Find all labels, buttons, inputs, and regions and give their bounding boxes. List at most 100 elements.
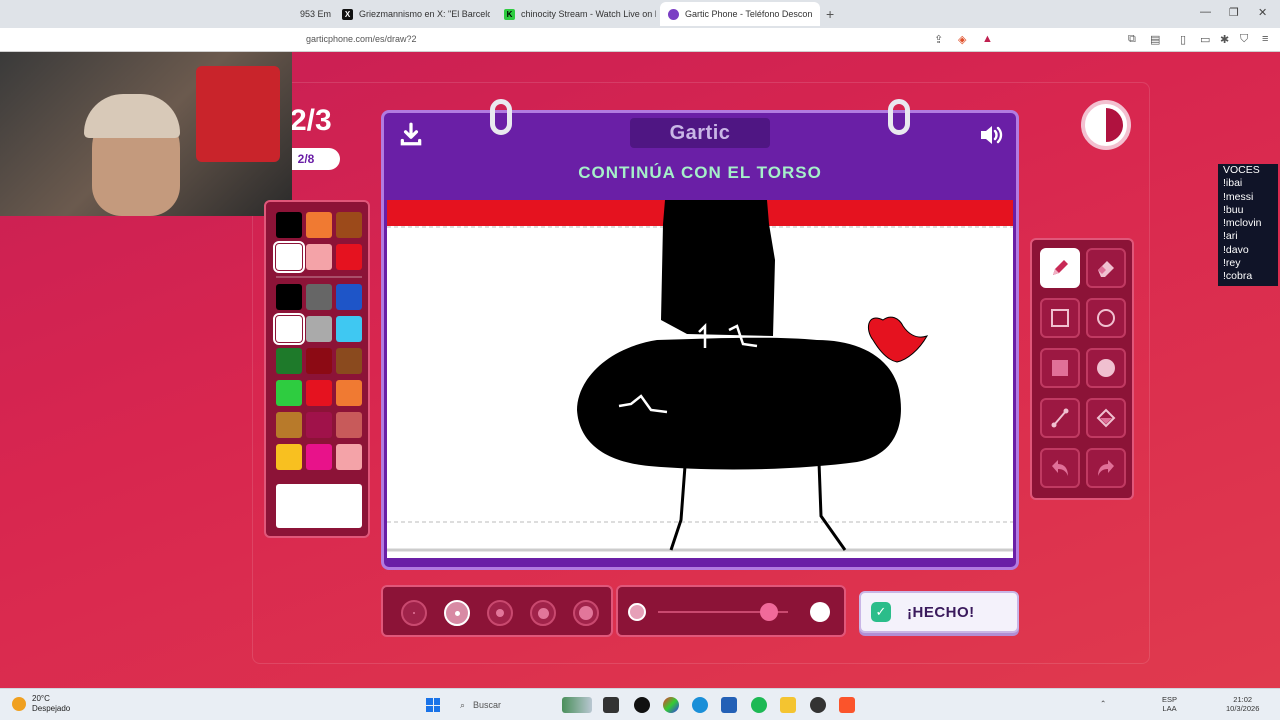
color-swatch[interactable]	[336, 412, 362, 438]
color-swatch[interactable]	[276, 412, 302, 438]
browser-tab-1[interactable]: 953 Em	[292, 2, 332, 26]
done-button[interactable]: ✓ ¡HECHO!	[859, 591, 1019, 633]
file-explorer-icon[interactable]	[780, 697, 796, 713]
app-icon-1[interactable]	[634, 697, 650, 713]
opacity-slider[interactable]	[616, 585, 846, 637]
brush-size-2[interactable]	[444, 600, 470, 626]
color-swatch[interactable]	[306, 348, 332, 374]
gartic-favicon-icon	[668, 8, 679, 20]
translate-icon[interactable]: ✱	[1220, 33, 1229, 46]
weather-widget[interactable]: 20°C Despejado	[12, 694, 70, 714]
menu-icon[interactable]: ≡	[1262, 33, 1268, 45]
color-swatch[interactable]	[306, 380, 332, 406]
voces-item: !ari	[1223, 230, 1238, 243]
color-swatch[interactable]	[306, 212, 332, 238]
vpn-icon[interactable]: ⛉	[1240, 33, 1248, 46]
new-tab-button[interactable]: +	[826, 6, 834, 22]
brush-size-5[interactable]	[573, 600, 599, 626]
voces-item: !rey	[1223, 257, 1241, 270]
webcam-shirt	[196, 66, 280, 162]
tab-title: 953 Em	[300, 9, 332, 19]
color-swatch[interactable]	[273, 313, 305, 345]
brave-shield-icon[interactable]: ◈	[958, 33, 966, 46]
undo-tool[interactable]	[1040, 448, 1080, 488]
brush-size-1[interactable]	[401, 600, 427, 626]
share-icon[interactable]: ⇪	[934, 33, 943, 46]
minimize-icon[interactable]: —	[1200, 6, 1211, 18]
language-indicator[interactable]: ESP LAA	[1162, 695, 1177, 713]
opacity-thumb[interactable]	[759, 603, 778, 621]
undo-icon	[1052, 460, 1068, 476]
copilot-icon[interactable]	[663, 697, 679, 713]
round-counter: 2/3	[290, 104, 332, 137]
rectangle-outline-tool[interactable]	[1040, 298, 1080, 338]
color-swatch[interactable]	[306, 316, 332, 342]
app-icon-2[interactable]	[810, 697, 826, 713]
browser-tab-active[interactable]: Gartic Phone - Teléfono Descon ✕	[660, 2, 820, 26]
pencil-tool[interactable]	[1040, 248, 1080, 288]
tray-chevron-icon[interactable]: ⌃	[1100, 699, 1106, 708]
color-swatch[interactable]	[336, 444, 362, 470]
tool-panel	[1030, 238, 1134, 500]
extensions-icon[interactable]: ⧉	[1128, 33, 1136, 46]
color-swatch[interactable]	[306, 284, 332, 310]
store-icon[interactable]	[721, 697, 737, 713]
brush-size-3[interactable]	[487, 600, 513, 626]
lang-2: LAA	[1162, 704, 1177, 713]
color-swatch[interactable]	[336, 348, 362, 374]
windows-start-icon[interactable]	[426, 698, 440, 712]
browser-tab-2[interactable]: X Griezmannismo en X: "El Barcelona n	[334, 2, 490, 26]
color-swatch[interactable]	[273, 241, 305, 273]
line-tool[interactable]	[1040, 398, 1080, 438]
voces-item: !cobra	[1223, 270, 1253, 283]
webcam-overlay	[0, 52, 292, 216]
current-color-preview[interactable]	[276, 484, 362, 528]
opacity-max-icon	[810, 602, 830, 622]
restore-icon[interactable]: ❐	[1229, 6, 1239, 19]
color-swatch[interactable]	[336, 244, 362, 270]
color-swatch[interactable]	[276, 380, 302, 406]
sound-icon[interactable]	[978, 123, 1004, 147]
task-view-icon[interactable]	[603, 697, 619, 713]
game-page: 2/3 2/8 VOCES !ibai !messi !buu !mclovin…	[0, 52, 1280, 688]
color-swatch[interactable]	[276, 348, 302, 374]
red-detail	[867, 316, 929, 363]
download-icon[interactable]	[398, 121, 424, 147]
close-window-icon[interactable]: ✕	[1258, 6, 1267, 19]
color-swatch[interactable]	[306, 412, 332, 438]
color-swatch[interactable]	[336, 284, 362, 310]
brave-icon[interactable]	[839, 697, 855, 713]
url-field[interactable]: garticphone.com/es/draw?2	[306, 34, 417, 44]
fill-bucket-tool[interactable]	[1086, 398, 1126, 438]
sidebar-icon[interactable]: ▯	[1180, 33, 1186, 46]
binder-ring-left	[490, 99, 512, 135]
ellipse-fill-tool[interactable]	[1086, 348, 1126, 388]
wallet-icon[interactable]: ▭	[1200, 33, 1210, 46]
rectangle-fill-tool[interactable]	[1040, 348, 1080, 388]
color-swatch[interactable]	[336, 316, 362, 342]
color-swatch[interactable]	[306, 244, 332, 270]
rectangle-outline-icon	[1051, 309, 1069, 327]
edge-icon[interactable]	[692, 697, 708, 713]
eraser-tool[interactable]	[1086, 248, 1126, 288]
color-swatch[interactable]	[336, 212, 362, 238]
color-swatch[interactable]	[276, 444, 302, 470]
search-icon: ⌕	[460, 699, 466, 710]
color-swatch[interactable]	[336, 380, 362, 406]
drawing-canvas[interactable]	[387, 200, 1013, 558]
color-swatch[interactable]	[276, 284, 302, 310]
theme-toggle-icon[interactable]	[1081, 100, 1131, 150]
brush-size-4[interactable]	[530, 600, 556, 626]
color-swatch[interactable]	[306, 444, 332, 470]
reader-icon[interactable]: ▤	[1150, 33, 1160, 46]
x-favicon-icon: X	[342, 8, 353, 20]
clock[interactable]: 21:02 10/3/2026	[1226, 695, 1259, 713]
redo-tool[interactable]	[1086, 448, 1126, 488]
browser-tab-3[interactable]: K chinocity Stream - Watch Live on Kick	[496, 2, 656, 26]
redo-icon	[1098, 460, 1114, 476]
fill-bucket-icon	[1096, 408, 1116, 428]
spotify-icon[interactable]	[751, 697, 767, 713]
brave-rewards-icon[interactable]: ▲	[982, 33, 993, 45]
color-swatch[interactable]	[276, 212, 302, 238]
ellipse-outline-tool[interactable]	[1086, 298, 1126, 338]
